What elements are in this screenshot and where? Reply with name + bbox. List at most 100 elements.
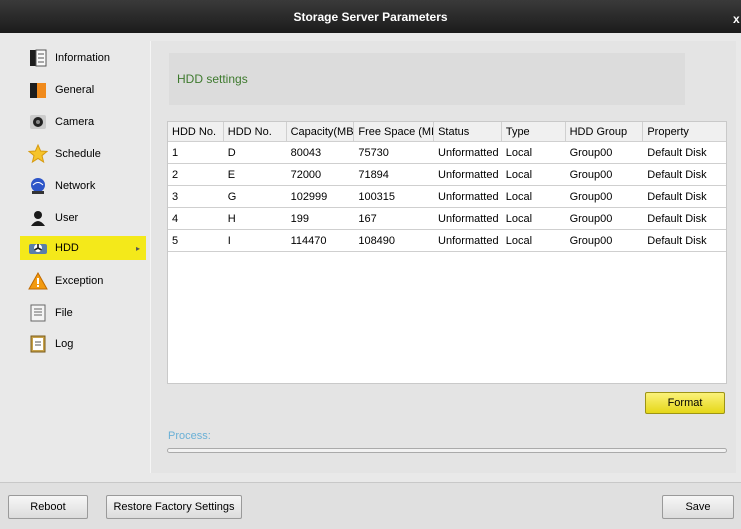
table-cell: 1 xyxy=(172,147,179,159)
chevron-right-icon: ▸ xyxy=(135,243,140,253)
table-cell: G xyxy=(227,191,237,203)
table-cell: 167 xyxy=(358,213,377,225)
table-cell: 102999 xyxy=(290,191,328,203)
table-cell: 72000 xyxy=(290,169,322,181)
sidebar-item-label: Camera xyxy=(55,116,95,128)
format-button[interactable]: Format xyxy=(645,392,725,414)
table-cell: Default Disk xyxy=(647,235,707,247)
table-cell: I xyxy=(227,235,231,247)
sidebar-item-camera[interactable]: Camera xyxy=(20,110,146,134)
table-cell: Group00 xyxy=(569,169,613,181)
sidebar: Information General Camera Schedule Netw… xyxy=(8,41,146,473)
sidebar-item-label: Network xyxy=(55,180,96,192)
sidebar-item-label: General xyxy=(55,84,95,96)
table-cell: Default Disk xyxy=(647,213,707,225)
title-bar: Storage Server Parameters x xyxy=(0,0,741,33)
network-icon xyxy=(28,176,48,196)
table-cell: 75730 xyxy=(358,147,389,159)
sidebar-item-file[interactable]: File xyxy=(20,301,146,325)
sidebar-item-label: Log xyxy=(55,338,74,350)
information-icon xyxy=(28,48,48,68)
sidebar-item-label: HDD xyxy=(55,242,79,254)
section-header: HDD settings xyxy=(169,53,685,105)
table-cell: 4 xyxy=(172,213,179,225)
footer-bar: Reboot Restore Factory Settings Save xyxy=(0,482,741,529)
table-cell: Local xyxy=(505,213,533,225)
table-cell: 3 xyxy=(172,191,179,203)
table-cell: 80043 xyxy=(290,147,322,159)
table-cell: Group00 xyxy=(569,235,613,247)
close-icon[interactable]: x xyxy=(733,12,741,26)
table-row[interactable]: 3 G 102999 100315 Unformatted Local Grou… xyxy=(168,186,726,208)
hdd-table: HDD No. HDD No. Capacity(MB) Free Space … xyxy=(167,121,727,384)
file-icon xyxy=(28,303,48,323)
sidebar-item-schedule[interactable]: Schedule xyxy=(20,142,146,166)
table-cell: Unformatted xyxy=(438,169,499,181)
table-cell: D xyxy=(227,147,236,159)
sidebar-item-user[interactable]: User xyxy=(20,206,146,230)
table-cell: Local xyxy=(505,191,533,203)
column-header[interactable]: Free Space (MB) xyxy=(354,122,435,142)
column-header[interactable]: Capacity(MB) xyxy=(287,122,355,142)
sidebar-item-exception[interactable]: Exception xyxy=(20,269,146,293)
table-cell: Local xyxy=(505,169,533,181)
table-cell: Unformatted xyxy=(438,191,499,203)
table-cell: 199 xyxy=(290,213,309,225)
log-icon xyxy=(28,334,48,354)
table-row[interactable]: 1 D 80043 75730 Unformatted Local Group0… xyxy=(168,142,726,164)
table-cell: Group00 xyxy=(569,191,613,203)
table-cell: Unformatted xyxy=(438,213,499,225)
table-cell: H xyxy=(227,213,236,225)
hdd-settings-panel: HDD settings HDD No. HDD No. Capacity(MB… xyxy=(150,41,736,473)
sidebar-item-label: Exception xyxy=(55,275,104,287)
camera-icon xyxy=(28,112,48,132)
table-cell: Default Disk xyxy=(647,191,707,203)
user-icon xyxy=(28,208,48,228)
save-button[interactable]: Save xyxy=(662,495,734,519)
table-row[interactable]: 5 I 114470 108490 Unformatted Local Grou… xyxy=(168,230,726,252)
table-cell: E xyxy=(227,169,236,181)
sidebar-item-label: Schedule xyxy=(55,148,101,160)
exception-icon xyxy=(28,271,48,291)
page-title: HDD settings xyxy=(177,72,248,86)
table-cell: Unformatted xyxy=(438,147,499,159)
table-cell: 2 xyxy=(172,169,179,181)
sidebar-item-label: File xyxy=(55,307,73,319)
column-header[interactable]: Status xyxy=(434,122,502,142)
process-progress-bar xyxy=(167,448,727,453)
sidebar-item-label: Information xyxy=(55,52,111,64)
table-cell: Group00 xyxy=(569,213,613,225)
sidebar-item-log[interactable]: Log xyxy=(20,332,146,356)
table-cell: 100315 xyxy=(358,191,396,203)
schedule-icon xyxy=(28,144,48,164)
sidebar-item-network[interactable]: Network xyxy=(20,174,146,198)
column-header[interactable]: HDD No. xyxy=(168,122,224,142)
table-cell: Local xyxy=(505,235,533,247)
window-title: Storage Server Parameters xyxy=(293,9,448,24)
table-cell: Local xyxy=(505,147,533,159)
reboot-button[interactable]: Reboot xyxy=(8,495,88,519)
table-cell: 5 xyxy=(172,235,179,247)
general-icon xyxy=(28,80,48,100)
table-row[interactable]: 4 H 199 167 Unformatted Local Group00 De… xyxy=(168,208,726,230)
dialog-window: Storage Server Parameters x Information … xyxy=(0,0,741,529)
column-header[interactable]: HDD No. xyxy=(224,122,287,142)
table-cell: Group00 xyxy=(569,147,613,159)
process-label: Process: xyxy=(168,430,211,442)
column-header[interactable]: Type xyxy=(502,122,566,142)
table-cell: 71894 xyxy=(358,169,389,181)
column-header[interactable]: Property xyxy=(643,122,726,142)
restore-factory-settings-button[interactable]: Restore Factory Settings xyxy=(106,495,242,519)
sidebar-item-general[interactable]: General xyxy=(20,78,146,102)
table-cell: Default Disk xyxy=(647,147,707,159)
hdd-icon xyxy=(28,238,48,258)
sidebar-item-hdd[interactable]: HDD ▸ xyxy=(20,236,146,260)
column-header[interactable]: HDD Group xyxy=(566,122,644,142)
table-row[interactable]: 2 E 72000 71894 Unformatted Local Group0… xyxy=(168,164,726,186)
table-cell: 114470 xyxy=(290,235,327,247)
table-cell: Unformatted xyxy=(438,235,499,247)
table-header: HDD No. HDD No. Capacity(MB) Free Space … xyxy=(168,122,726,142)
table-cell: Default Disk xyxy=(647,169,707,181)
table-cell: 108490 xyxy=(358,235,396,247)
sidebar-item-information[interactable]: Information xyxy=(20,46,146,70)
